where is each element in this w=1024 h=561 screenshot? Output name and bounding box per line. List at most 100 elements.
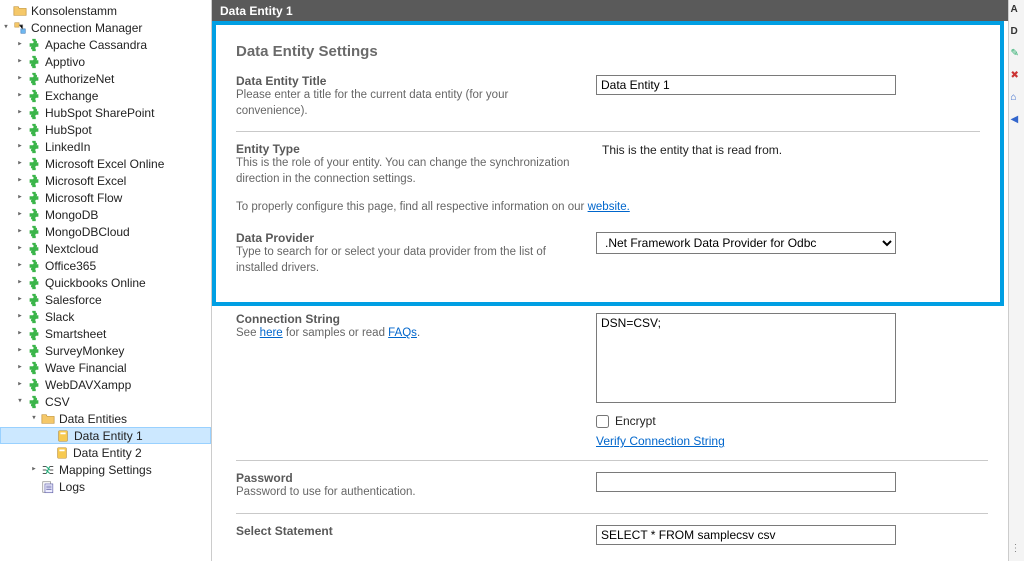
chevron-right-icon[interactable]: ▸	[14, 346, 26, 355]
connection-manager-icon	[12, 20, 28, 36]
select-stmt-input[interactable]	[596, 525, 896, 545]
chevron-right-icon[interactable]: ▸	[14, 278, 26, 287]
chevron-right-icon[interactable]: ▸	[28, 465, 40, 474]
chevron-right-icon[interactable]: ▸	[14, 91, 26, 100]
puzzle-icon	[26, 275, 42, 291]
tree-connector[interactable]: ▸Slack	[0, 308, 211, 325]
tree-connector[interactable]: ▸MongoDBCloud	[0, 223, 211, 240]
puzzle-icon	[26, 207, 42, 223]
provider-dropdown[interactable]: .Net Framework Data Provider for Odbc	[596, 232, 896, 254]
tree-connector[interactable]: ▸ SurveyMonkey	[0, 342, 211, 359]
tree-label: MongoDB	[45, 208, 98, 222]
chevron-down-icon[interactable]: ▾	[0, 23, 12, 32]
chevron-down-icon[interactable]: ▾	[14, 397, 26, 406]
tree-connector[interactable]: ▸ Apache Cassandra	[0, 36, 211, 53]
tree-connector[interactable]: ▸ Quickbooks Online	[0, 274, 211, 291]
tree-label: SurveyMonkey	[45, 344, 124, 358]
website-link[interactable]: website.	[588, 201, 630, 213]
password-input[interactable]	[596, 472, 896, 492]
divider	[236, 460, 988, 461]
tree-connector[interactable]: ▸ Microsoft Excel Online	[0, 155, 211, 172]
form-area[interactable]: Data Entity Settings Data Entity Title P…	[212, 21, 1008, 561]
entity-icon	[55, 428, 71, 444]
tree-data-entities[interactable]: ▾ Data Entities	[0, 410, 211, 427]
tree-label: HubSpot	[45, 123, 92, 137]
sidebar-tree[interactable]: ▶ Konsolenstamm ▾ Connection Manager ▸Ap…	[0, 0, 212, 561]
chevron-right-icon[interactable]: ▸	[14, 312, 26, 321]
tree-entity-1[interactable]: ▶ Data Entity 1	[0, 427, 211, 444]
tree-mapping-settings[interactable]: ▸ Mapping Settings	[0, 461, 211, 478]
password-desc: Password to use for authentication.	[236, 485, 578, 501]
tree-connector[interactable]: ▸Microsoft Flow	[0, 189, 211, 206]
verify-link[interactable]: Verify Connection String	[596, 434, 725, 448]
chevron-right-icon[interactable]: ▸	[14, 125, 26, 134]
tree-connector[interactable]: ▸Apptivo	[0, 53, 211, 70]
chevron-right-icon[interactable]: ▸	[14, 142, 26, 151]
tree-connector[interactable]: ▸Nextcloud	[0, 240, 211, 257]
provider-desc: Type to search for or select your data p…	[236, 245, 578, 276]
puzzle-icon	[26, 88, 42, 104]
tree-connector[interactable]: ▸Exchange	[0, 87, 211, 104]
tree-connector[interactable]: ▸Smartsheet	[0, 325, 211, 342]
tree-connector[interactable]: ▸ HubSpot	[0, 121, 211, 138]
tree-connection-manager[interactable]: ▾ Connection Manager	[0, 19, 211, 36]
tree-label: Apache Cassandra	[45, 38, 147, 52]
chevron-right-icon[interactable]: ▸	[14, 108, 26, 117]
tree-label: Data Entity 1	[74, 429, 143, 443]
tree-connector[interactable]: ▸Salesforce	[0, 291, 211, 308]
chevron-right-icon[interactable]: ▸	[14, 40, 26, 49]
chevron-right-icon[interactable]: ▸	[14, 380, 26, 389]
encrypt-checkbox[interactable]	[596, 415, 609, 428]
puzzle-icon	[26, 224, 42, 240]
title-desc: Please enter a title for the current dat…	[236, 88, 578, 119]
divider	[236, 131, 980, 132]
tree-connector[interactable]: ▸Office365	[0, 257, 211, 274]
title-input[interactable]	[596, 75, 896, 95]
right-strip-icon: ⋮	[1011, 543, 1023, 555]
tree-root[interactable]: ▶ Konsolenstamm	[0, 2, 211, 19]
chevron-right-icon[interactable]: ▸	[14, 329, 26, 338]
tree-connector-csv[interactable]: ▾ CSV	[0, 393, 211, 410]
puzzle-icon	[26, 258, 42, 274]
chevron-right-icon[interactable]: ▸	[14, 74, 26, 83]
divider	[236, 513, 988, 514]
tree-connector[interactable]: ▸AuthorizeNet	[0, 70, 211, 87]
here-link[interactable]: here	[260, 327, 283, 339]
tree-connector[interactable]: ▸WebDAVXampp	[0, 376, 211, 393]
tree-logs[interactable]: ▶ Logs	[0, 478, 211, 495]
chevron-right-icon[interactable]: ▸	[14, 176, 26, 185]
puzzle-icon	[26, 190, 42, 206]
faqs-link[interactable]: FAQs	[388, 327, 417, 339]
chevron-right-icon[interactable]: ▸	[14, 295, 26, 304]
tree-connector[interactable]: ▸ HubSpot SharePoint	[0, 104, 211, 121]
tree-entity-2[interactable]: ▶ Data Entity 2	[0, 444, 211, 461]
chevron-right-icon[interactable]: ▸	[14, 363, 26, 372]
chevron-right-icon[interactable]: ▸	[14, 57, 26, 66]
tree-label: Quickbooks Online	[45, 276, 146, 290]
tree-label: Data Entity 2	[73, 446, 142, 460]
puzzle-icon	[26, 105, 42, 121]
connstr-label: Connection String	[236, 312, 578, 326]
tree-label: HubSpot SharePoint	[45, 106, 154, 120]
puzzle-icon	[26, 343, 42, 359]
tree-connector[interactable]: ▸Wave Financial	[0, 359, 211, 376]
tree-label: Konsolenstamm	[31, 4, 117, 18]
chevron-down-icon[interactable]: ▾	[28, 414, 40, 423]
tree-connector[interactable]: ▸LinkedIn	[0, 138, 211, 155]
chevron-right-icon[interactable]: ▸	[14, 193, 26, 202]
chevron-right-icon[interactable]: ▸	[14, 210, 26, 219]
puzzle-icon	[26, 122, 42, 138]
chevron-right-icon[interactable]: ▸	[14, 261, 26, 270]
chevron-right-icon[interactable]: ▸	[14, 244, 26, 253]
provider-label: Data Provider	[236, 231, 578, 245]
chevron-right-icon[interactable]: ▸	[14, 159, 26, 168]
chevron-right-icon[interactable]: ▸	[14, 227, 26, 236]
tree-label: Microsoft Excel Online	[45, 157, 164, 171]
logs-icon	[40, 479, 56, 495]
connstr-textarea[interactable]: DSN=CSV;	[596, 313, 896, 403]
tree-label: CSV	[45, 395, 70, 409]
puzzle-icon	[26, 241, 42, 257]
tree-connector[interactable]: ▸ MongoDB	[0, 206, 211, 223]
tree-connector[interactable]: ▸Microsoft Excel	[0, 172, 211, 189]
puzzle-icon	[26, 37, 42, 53]
